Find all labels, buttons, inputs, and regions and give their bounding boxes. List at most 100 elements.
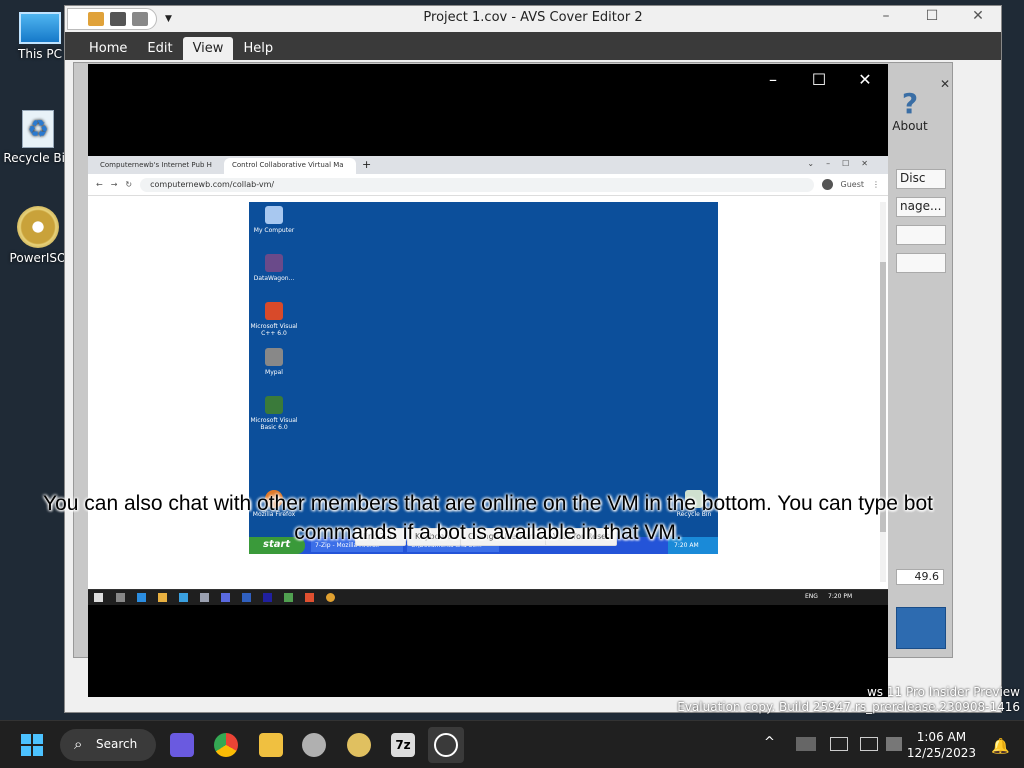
mypal-icon [265, 348, 283, 366]
value-field[interactable]: 49.6 [896, 569, 944, 585]
search-label: Search [96, 737, 138, 751]
play-icon [434, 733, 458, 757]
url-field[interactable]: computernewb.com/collab-vm/ [140, 177, 814, 192]
explorer-icon[interactable] [158, 593, 167, 602]
reload-icon[interactable]: ↻ [125, 180, 132, 189]
visual-studio-icon [265, 396, 283, 414]
7zip-icon[interactable]: 7z [391, 733, 415, 757]
browser-menu-icon[interactable]: ⋮ [872, 180, 880, 189]
menu-edit[interactable]: Edit [137, 37, 182, 60]
tray-chevron-icon[interactable]: ^ [764, 735, 775, 750]
taskbar-search[interactable]: ⌕ Search [60, 729, 156, 761]
viewer-maximize-button[interactable]: ☐ [796, 70, 842, 92]
vm-viewer-window: – ☐ ✕ Computernewb's Internet Pub H Cont… [88, 64, 888, 697]
video-caption: You can also chat with other members tha… [43, 492, 933, 544]
keyboard-icon[interactable] [830, 737, 848, 751]
network-icon[interactable] [796, 737, 816, 751]
new-tab-icon[interactable]: + [356, 158, 377, 174]
browser-window-controls: ⌄–☐✕ [807, 159, 880, 168]
watermark-line: Evaluation copy. Build 25947.rs_prerelea… [677, 700, 1020, 714]
tab-title: Computernewb's Internet Pub H [100, 161, 212, 169]
avs-title-bar: ▼ Project 1.cov - AVS Cover Editor 2 – ☐… [65, 6, 1001, 32]
tab-title: Control Collaborative Virtual Ma [232, 161, 344, 169]
firefox-icon[interactable] [326, 593, 335, 602]
computer-icon [265, 206, 283, 224]
vm-icon-label: DataWagon... [253, 275, 295, 282]
windows-logo-icon [21, 734, 43, 756]
disabled-button[interactable] [896, 225, 946, 245]
host-taskbar: ENG 7:20 PM [88, 589, 888, 605]
about-label: About [892, 119, 928, 133]
visual-studio-icon [265, 302, 283, 320]
browser-tab-active[interactable]: Control Collaborative Virtual Ma [224, 158, 356, 174]
disc-tool-icon[interactable] [302, 733, 326, 757]
vm-icon-label: Microsoft Visual Basic 6.0 [250, 417, 298, 431]
viewer-minimize-button[interactable]: – [750, 70, 796, 92]
media-player-taskbar-item[interactable] [428, 727, 464, 763]
app-icon[interactable] [284, 593, 293, 602]
recycle-bin-icon: ♻ [22, 110, 54, 148]
vm-icon-visual-basic[interactable]: Microsoft Visual Basic 6.0 [249, 396, 299, 431]
windows-watermark: ws 11 Pro Insider Preview Evaluation cop… [677, 685, 1020, 715]
about-button[interactable]: ? About [880, 87, 940, 134]
app-icon[interactable] [242, 593, 251, 602]
back-icon[interactable]: ← [96, 180, 103, 189]
display-icon[interactable] [860, 737, 878, 751]
avs-close-button[interactable]: ✕ [955, 8, 1001, 30]
vm-icon-my-computer[interactable]: My Computer [249, 206, 299, 234]
browser-address-bar: ← → ↻ computernewb.com/collab-vm/ Guest … [88, 174, 888, 196]
windows-start-icon[interactable] [94, 593, 103, 602]
menu-view[interactable]: View [182, 37, 234, 60]
host-taskbar-apps [116, 593, 335, 602]
chrome-icon[interactable] [214, 733, 238, 757]
teams-icon[interactable] [170, 733, 194, 757]
profile-avatar[interactable] [821, 179, 833, 190]
menu-home[interactable]: Home [79, 37, 137, 60]
avs-minimize-button[interactable]: – [863, 8, 909, 30]
action-button[interactable] [896, 607, 946, 649]
avs-maximize-button[interactable]: ☐ [909, 8, 955, 30]
clock-date: 12/25/2023 [906, 746, 976, 760]
vm-icon-visual-cpp[interactable]: Microsoft Visual C++ 6.0 [249, 302, 299, 337]
disc-icon [17, 206, 59, 248]
windows-start-button[interactable] [20, 733, 44, 757]
task-view-icon[interactable] [116, 593, 125, 602]
monitor-icon [19, 12, 61, 44]
app-icon[interactable] [179, 593, 188, 602]
watermark-line: ws 11 Pro Insider Preview [866, 685, 1020, 699]
image-button[interactable]: nage... [896, 197, 946, 217]
file-explorer-icon[interactable] [259, 733, 283, 757]
poweriso-icon[interactable] [347, 733, 371, 757]
search-icon: ⌕ [74, 735, 83, 753]
disabled-button[interactable] [896, 253, 946, 273]
panel-close-icon[interactable]: ✕ [940, 77, 950, 91]
vm-icon-mypal[interactable]: Mypal [249, 348, 299, 376]
vm-icon-datawagon[interactable]: DataWagon... [249, 254, 299, 282]
app-icon [265, 254, 283, 272]
windows-taskbar: ⌕ Search 7z ^ 1:06 AM 12/25/2023 🔔 [0, 720, 1024, 768]
edge-icon[interactable] [137, 593, 146, 602]
vm-icon-label: My Computer [253, 227, 295, 234]
host-clock[interactable]: 7:20 PM [828, 593, 852, 600]
browser-tab[interactable]: Computernewb's Internet Pub H [92, 158, 224, 174]
help-question-icon: ? [901, 87, 919, 120]
vm-icon-label: Mypal [265, 369, 283, 376]
volume-icon[interactable] [886, 737, 902, 751]
forward-icon[interactable]: → [111, 180, 118, 189]
avs-menu-bar: Home Edit View Help [65, 32, 1001, 60]
app-icon[interactable] [221, 593, 230, 602]
taskbar-clock[interactable]: 1:06 AM 12/25/2023 [907, 729, 976, 761]
profile-label[interactable]: Guest [841, 180, 865, 189]
avs-window-title: Project 1.cov - AVS Cover Editor 2 [423, 10, 643, 25]
app-icon[interactable] [263, 593, 272, 602]
vm-icon-label: Microsoft Visual C++ 6.0 [250, 323, 298, 337]
viewer-close-button[interactable]: ✕ [842, 70, 888, 92]
app-icon[interactable] [305, 593, 314, 602]
browser-tab-strip: Computernewb's Internet Pub H Control Co… [88, 156, 888, 174]
notification-bell-icon[interactable]: 🔔 [991, 737, 1010, 755]
clock-time: 1:06 AM [916, 730, 967, 744]
menu-help[interactable]: Help [233, 37, 283, 60]
app-icon[interactable] [200, 593, 209, 602]
host-language[interactable]: ENG [805, 593, 818, 600]
disc-button[interactable]: Disc [896, 169, 946, 189]
